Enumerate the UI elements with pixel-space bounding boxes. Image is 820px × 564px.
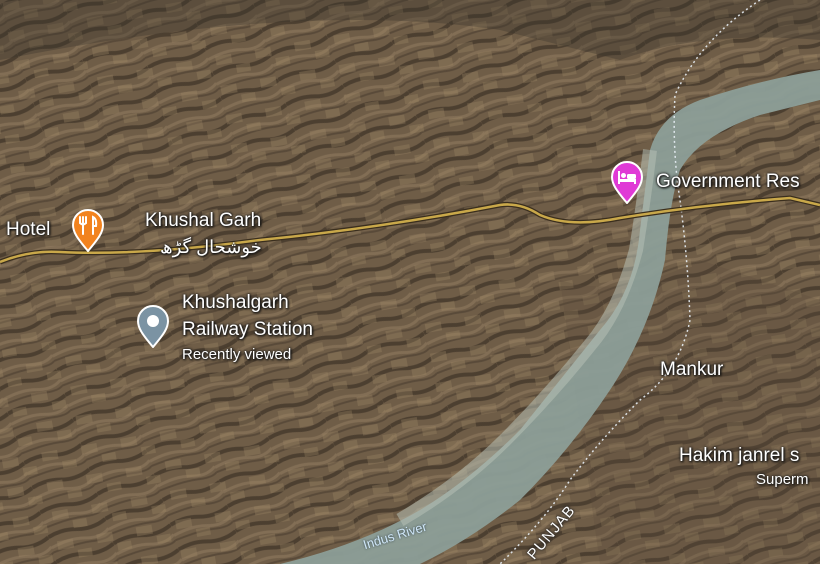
restaurant-icon[interactable] (71, 208, 105, 252)
location-pin-icon[interactable] (135, 304, 171, 348)
station-label-line2[interactable]: Railway Station (182, 319, 313, 341)
satellite-map[interactable] (0, 0, 820, 564)
station-label-line1[interactable]: Khushalgarh (182, 292, 289, 314)
station-subtitle: Recently viewed (182, 346, 292, 363)
mankur-label: Mankur (660, 359, 724, 380)
hakim-subtitle: Superm (756, 471, 809, 488)
hakim-label[interactable]: Hakim janrel s (679, 445, 799, 467)
hotel-bed-icon[interactable] (610, 160, 644, 204)
rest-house-label[interactable]: Government Res (656, 171, 800, 193)
town-label-urdu: خوشحال گڑھ (160, 237, 262, 257)
hotel-label[interactable]: Hotel (6, 219, 50, 241)
town-label: Khushal Garh (145, 210, 262, 231)
